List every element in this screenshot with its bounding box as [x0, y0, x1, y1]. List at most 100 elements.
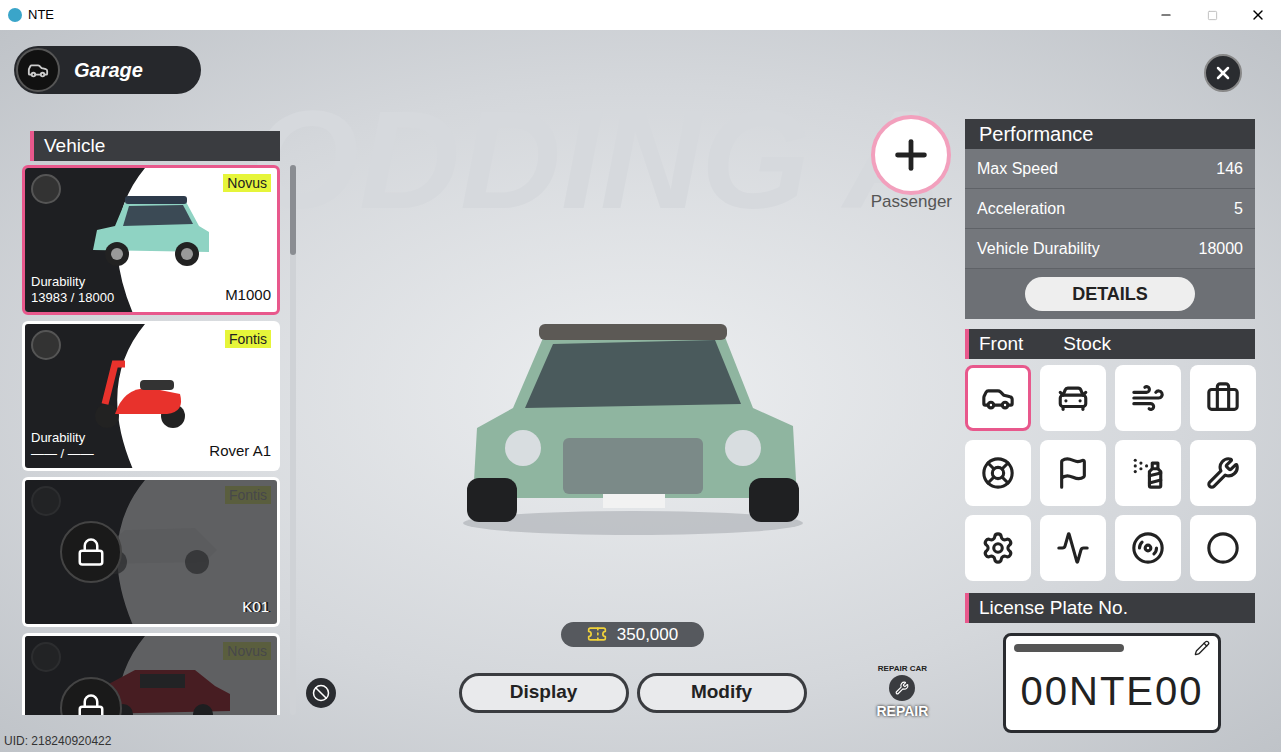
part-tile[interactable]	[1190, 365, 1256, 431]
gearbox-icon	[981, 531, 1015, 565]
stat-row: Acceleration 5	[965, 189, 1255, 229]
part-tile[interactable]	[1040, 440, 1106, 506]
suspension-icon	[1056, 531, 1090, 565]
parts-header: FrontStock	[965, 329, 1255, 359]
stat-row: Vehicle Durability 18000	[965, 229, 1255, 269]
title-bar: NTE	[0, 0, 1281, 30]
vehicle-list[interactable]: NovusDurability13983 / 18000M1000FontisD…	[22, 165, 280, 715]
locked-overlay	[25, 636, 277, 715]
tire-icon	[1206, 531, 1240, 565]
minimize-button[interactable]	[1143, 0, 1189, 30]
stat-label: Acceleration	[977, 197, 1065, 221]
part-tile[interactable]	[1040, 365, 1106, 431]
background-text: ODDING A	[250, 90, 945, 230]
stat-value: 18000	[1199, 237, 1244, 261]
hide-icon	[312, 684, 330, 702]
vehicle-badge-icon	[31, 330, 61, 360]
durability-value: 13983 / 18000	[31, 290, 114, 306]
part-tile[interactable]	[965, 515, 1031, 581]
stat-label: Vehicle Durability	[977, 237, 1100, 261]
rear-icon	[1056, 381, 1090, 415]
paint-icon	[1131, 456, 1165, 490]
vehicle-card[interactable]: Novus Durability13983 / 18000 M1000	[22, 165, 280, 315]
stat-value: 146	[1216, 157, 1243, 181]
durability-label: Durability	[31, 430, 94, 446]
spoiler-icon	[1131, 381, 1165, 415]
part-tile[interactable]	[1040, 515, 1106, 581]
front-icon	[981, 381, 1015, 415]
close-icon	[1213, 63, 1233, 83]
right-column: PerformanceMax Speed146Acceleration5Vehi…	[965, 30, 1281, 752]
vehicle-card[interactable]: Novus	[22, 633, 280, 715]
engine-icon	[1206, 456, 1240, 490]
close-window-button[interactable]	[1235, 0, 1281, 30]
performance-panel: PerformanceMax Speed146Acceleration5Vehi…	[965, 119, 1255, 319]
part-tile[interactable]	[1115, 365, 1181, 431]
mini-car-icon	[85, 188, 215, 278]
part-tile[interactable]	[1115, 515, 1181, 581]
vehicle-card[interactable]: FontisK01K01	[22, 477, 280, 627]
kit-icon	[1206, 381, 1240, 415]
vehicle-brand: Novus	[223, 174, 271, 192]
lock-icon	[76, 693, 106, 715]
wheel-icon	[981, 456, 1015, 490]
minimize-icon	[1159, 8, 1173, 22]
ticket-icon	[587, 624, 607, 644]
scrollbar[interactable]	[290, 165, 296, 715]
toggle-ui-button[interactable]	[306, 678, 336, 708]
stat-value: 5	[1234, 197, 1243, 221]
repair-arc-label: REPAIR CAR	[878, 663, 927, 675]
locked-vehicle-name: K01	[242, 596, 269, 619]
part-variant: Stock	[1063, 330, 1111, 359]
action-button[interactable]: Modify	[637, 673, 807, 713]
license-plate[interactable]: 00NTE00	[1003, 633, 1221, 733]
parts-grid	[965, 365, 1255, 581]
scooter-icon	[85, 344, 195, 434]
part-tile[interactable]	[965, 365, 1031, 431]
repair-button[interactable]: REPAIR CAR REPAIR	[877, 663, 929, 722]
durability-value: —— / ——	[31, 446, 94, 462]
vehicle-name: M1000	[225, 284, 271, 307]
app-logo-icon	[8, 8, 22, 22]
license-plate-header: License Plate No.	[965, 593, 1255, 623]
car-render-icon	[453, 298, 813, 538]
currency-display: 350,000	[561, 622, 704, 648]
vehicle-card[interactable]: Fontis Durability—— / —— Rover A1	[22, 321, 280, 471]
action-button[interactable]: Display	[459, 673, 629, 713]
left-column: GarageVehicleNovusDurability13983 / 1800…	[0, 30, 300, 752]
uid: UID: 218240920422	[4, 732, 300, 750]
vehicle-brand: Fontis	[225, 330, 271, 348]
garage-title: Garage	[74, 55, 143, 85]
plus-icon	[888, 132, 934, 178]
lock-icon	[76, 537, 106, 567]
vehicle-header: Vehicle	[30, 131, 280, 161]
passenger-button[interactable]	[871, 115, 951, 195]
decal-icon	[1056, 456, 1090, 490]
part-tile[interactable]	[965, 440, 1031, 506]
vehicle-name: Rover A1	[209, 440, 271, 463]
repair-icon	[889, 675, 915, 701]
garage-icon	[16, 48, 60, 92]
plate-script-bar	[1014, 644, 1124, 652]
part-tile[interactable]	[1115, 440, 1181, 506]
center-column: Passenger350,000DisplayModifyREPAIR CARR…	[300, 30, 965, 752]
plate-number: 00NTE00	[1021, 671, 1204, 711]
locked-overlay	[25, 480, 277, 624]
scrollbar-thumb[interactable]	[290, 165, 296, 255]
maximize-icon	[1207, 10, 1218, 21]
durability-label: Durability	[31, 274, 114, 290]
repair-label: REPAIR	[877, 701, 929, 722]
window-title: NTE	[28, 5, 54, 25]
currency-amount: 350,000	[617, 622, 678, 648]
stat-row: Max Speed146	[965, 149, 1255, 189]
details-button[interactable]: DETAILS	[1025, 277, 1195, 311]
passenger-label: Passenger	[871, 189, 952, 215]
brake-icon	[1131, 531, 1165, 565]
close-button[interactable]	[1204, 54, 1242, 92]
close-window-icon	[1250, 7, 1266, 23]
part-tile[interactable]	[1190, 515, 1256, 581]
edit-icon	[1194, 640, 1210, 656]
maximize-button[interactable]	[1189, 0, 1235, 30]
part-tile[interactable]	[1190, 440, 1256, 506]
garage-screen: ODDING AGarageVehicleNovusDurability1398…	[0, 30, 1281, 752]
